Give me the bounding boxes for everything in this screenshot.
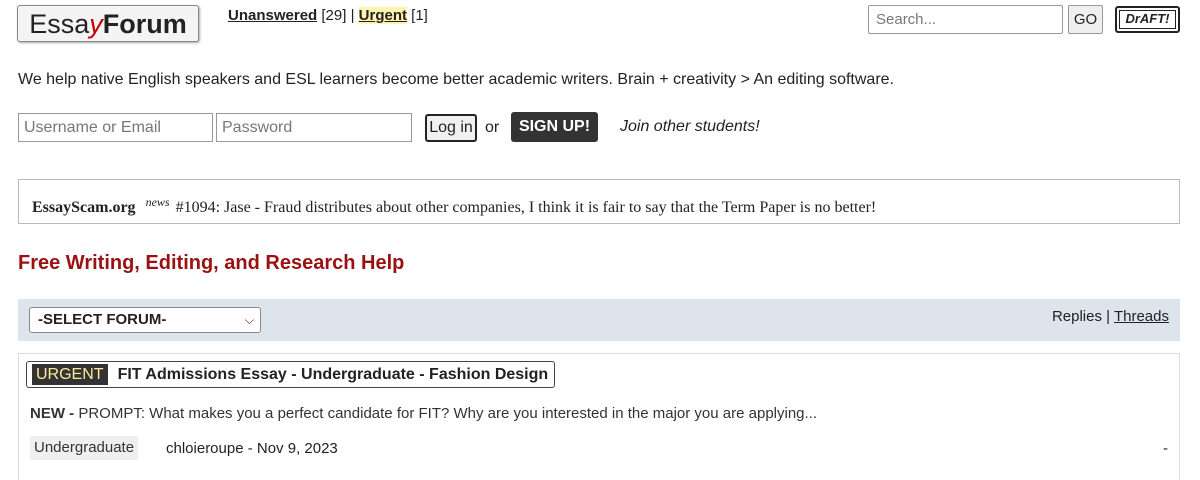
category-tag[interactable]: Undergraduate — [30, 436, 139, 460]
or-text: or — [485, 119, 500, 136]
join-text: Join other students! — [620, 118, 760, 135]
urgent-count: [1] — [411, 7, 428, 24]
news-ticker: EssayScam.org news #1094: Jase - Fraud d… — [18, 179, 1180, 224]
replies-label[interactable]: Replies — [1052, 308, 1102, 325]
forum-select-value: -SELECT FORUM- — [38, 311, 167, 328]
forum-select[interactable]: -SELECT FORUM- ⌵ — [29, 307, 261, 333]
news-text[interactable]: #1094: Jase - Fraud distributes about ot… — [176, 199, 877, 216]
unanswered-link[interactable]: Unanswered — [228, 7, 317, 24]
logo-text-forum: Forum — [102, 9, 187, 39]
top-links-separator: | — [350, 7, 355, 24]
search-go-button[interactable]: GO — [1068, 5, 1103, 34]
logo-text-essa: Essa — [29, 9, 90, 39]
sort-separator: | — [1106, 308, 1111, 325]
thread-item: URGENT FIT Admissions Essay - Undergradua… — [18, 353, 1180, 480]
threads-link[interactable]: Threads — [1114, 308, 1169, 325]
urgent-badge: URGENT — [32, 364, 108, 385]
forum-filter-bar: -SELECT FORUM- ⌵ Replies | Threads — [18, 299, 1180, 341]
logo-text-y: y — [89, 9, 103, 39]
draft-button[interactable]: DrAFT! — [1115, 6, 1180, 33]
chevron-down-icon: ⌵ — [244, 313, 254, 327]
news-tag: news — [145, 195, 170, 209]
section-title: Free Writing, Editing, and Research Help — [18, 252, 405, 274]
username-field[interactable] — [18, 113, 213, 142]
password-field[interactable] — [216, 113, 412, 142]
excerpt-text: PROMPT: What makes you a perfect candida… — [78, 405, 818, 422]
urgent-link[interactable]: Urgent — [358, 7, 407, 24]
thread-excerpt: NEW - PROMPT: What makes you a perfect c… — [30, 405, 817, 422]
signup-button[interactable]: SIGN UP! — [511, 112, 598, 142]
search-input[interactable] — [868, 5, 1063, 34]
unanswered-count: [29] — [321, 7, 347, 24]
sort-links: Replies | Threads — [1052, 308, 1169, 325]
thread-title-pill[interactable]: URGENT FIT Admissions Essay - Undergradua… — [26, 361, 556, 388]
site-logo[interactable]: EssayForum — [17, 5, 199, 42]
thread-author-date: chloieroupe - Nov 9, 2023 — [166, 440, 338, 457]
thread-reply-count: - — [1163, 440, 1168, 457]
login-button[interactable]: Log in — [425, 114, 477, 142]
top-links: Unanswered [29] | Urgent [1] — [228, 7, 428, 24]
thread-title[interactable]: FIT Admissions Essay - Undergraduate - F… — [118, 366, 549, 383]
news-site-name[interactable]: EssayScam.org — [32, 199, 136, 216]
site-tagline: We help native English speakers and ESL … — [18, 71, 894, 88]
new-label: NEW - — [30, 405, 75, 422]
